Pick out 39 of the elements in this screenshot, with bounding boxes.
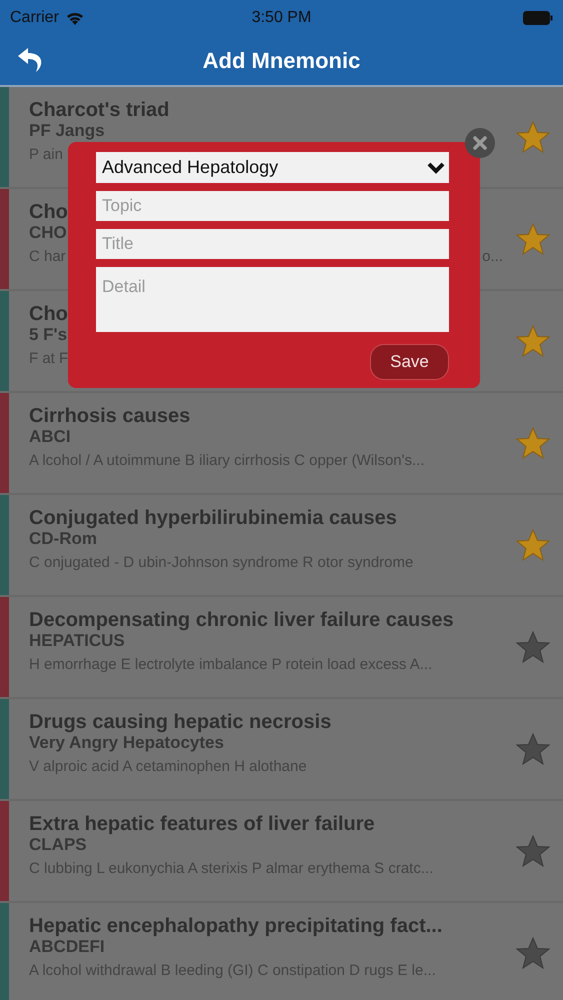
mnemonic-title: Cho xyxy=(29,303,68,326)
mnemonic-title: Drugs causing hepatic necrosis xyxy=(29,711,332,734)
topic-field[interactable]: Topic xyxy=(96,191,449,221)
category-select[interactable]: Advanced Hepatology xyxy=(96,152,449,183)
star-outline-icon[interactable] xyxy=(516,937,550,969)
mnemonic-title: Decompensating chronic liver failure causes xyxy=(29,609,454,632)
star-icon[interactable] xyxy=(516,121,550,153)
mnemonic-title: Conjugated hyperbilirubinemia causes xyxy=(29,507,397,530)
battery-icon xyxy=(523,11,553,25)
carrier-label: Carrier xyxy=(10,9,59,27)
detail-field[interactable]: Detail xyxy=(96,267,449,332)
wifi-icon xyxy=(64,10,85,26)
star-outline-icon[interactable] xyxy=(516,835,550,867)
mnemonic-acronym: PF Jangs xyxy=(29,122,105,140)
mnemonic-title: Hepatic encephalopathy precipitating fact... xyxy=(29,915,442,938)
mnemonic-title: Cirrhosis causes xyxy=(29,405,190,428)
star-icon[interactable] xyxy=(516,325,550,357)
title-field[interactable]: Title xyxy=(96,229,449,259)
star-icon[interactable] xyxy=(516,223,550,255)
mnemonic-acronym: CHO xyxy=(29,224,67,242)
save-button[interactable]: Save xyxy=(370,344,449,380)
mnemonic-acronym: ABCI xyxy=(29,428,71,446)
mnemonic-acronym: CLAPS xyxy=(29,836,87,854)
mnemonic-acronym: HEPATICUS xyxy=(29,632,125,650)
clock-time: 3:50 PM xyxy=(252,9,312,26)
close-icon xyxy=(472,135,488,151)
star-icon[interactable] xyxy=(516,529,550,561)
mnemonic-title: Cho xyxy=(29,201,68,224)
star-outline-icon[interactable] xyxy=(516,733,550,765)
mnemonic-acronym: ABCDEFI xyxy=(29,938,105,956)
mnemonic-acronym: Very Angry Hepatocytes xyxy=(29,734,224,752)
star-outline-icon[interactable] xyxy=(516,631,550,663)
mnemonic-acronym: 5 F's xyxy=(29,326,68,344)
mnemonic-title: Charcot's triad xyxy=(29,99,170,122)
mnemonic-title: Extra hepatic features of liver failure xyxy=(29,813,375,836)
screen-title: Add Mnemonic xyxy=(202,48,360,74)
chevron-down-icon xyxy=(427,162,445,174)
star-icon[interactable] xyxy=(516,427,550,459)
mnemonic-acronym: CD-Rom xyxy=(29,530,97,548)
